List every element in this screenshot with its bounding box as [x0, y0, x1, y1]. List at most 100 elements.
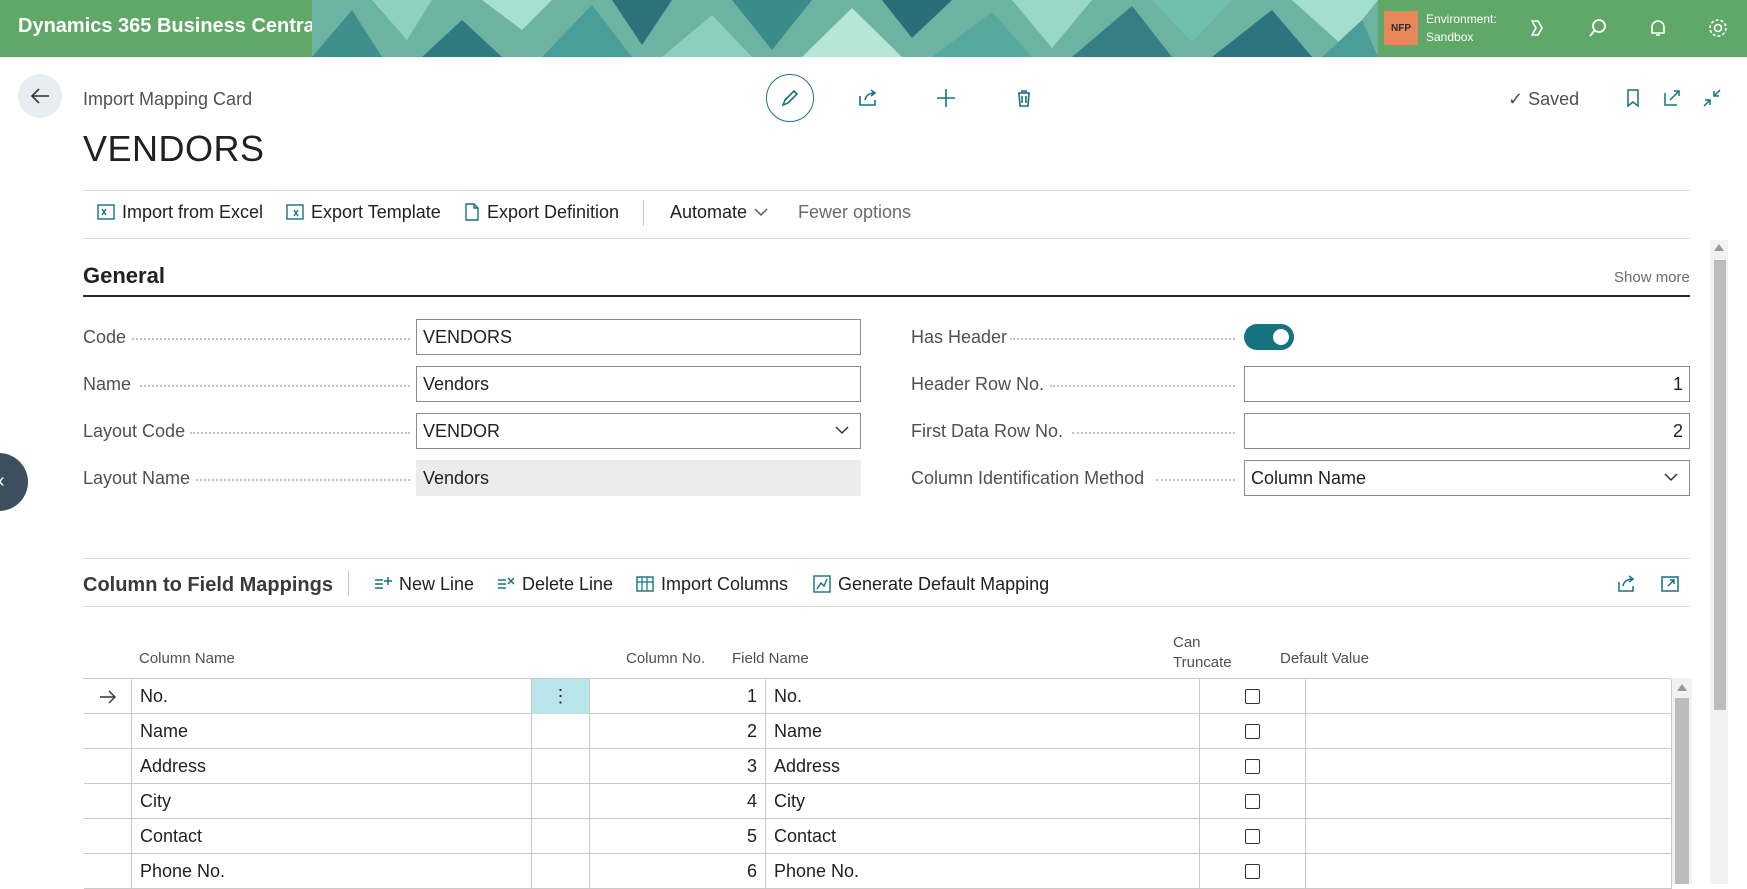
first-data-row-no-field[interactable]: 2	[1244, 413, 1690, 449]
row-actions-menu[interactable]: ⋮	[532, 679, 590, 714]
delete-button[interactable]	[1000, 74, 1048, 122]
chevron-left-icon: ‹	[0, 470, 5, 493]
expand-icon[interactable]	[1658, 572, 1682, 596]
default-value-header[interactable]: Default Value	[1280, 650, 1369, 667]
edit-button[interactable]	[766, 74, 814, 122]
open-new-window-icon[interactable]	[1660, 86, 1684, 110]
environment-badge[interactable]: NFP	[1384, 11, 1418, 45]
column-name-cell[interactable]: No.	[132, 679, 532, 714]
fewer-options-button[interactable]: Fewer options	[798, 192, 911, 232]
field-name-cell[interactable]: City	[766, 784, 1200, 819]
generate-default-mapping-button[interactable]: Generate Default Mapping	[812, 564, 1049, 604]
column-name-cell[interactable]: City	[132, 784, 532, 819]
default-value-cell[interactable]	[1306, 714, 1672, 749]
table-row[interactable]: Contact 5 Contact	[84, 819, 1672, 854]
page-scrollbar[interactable]	[1710, 240, 1728, 884]
default-value-cell[interactable]	[1306, 819, 1672, 854]
row-selector[interactable]	[84, 679, 132, 714]
can-truncate-cell[interactable]	[1200, 819, 1306, 854]
new-button[interactable]	[922, 74, 970, 122]
can-truncate-cell[interactable]	[1200, 749, 1306, 784]
export-template-button[interactable]: Export Template	[285, 192, 441, 232]
has-header-toggle[interactable]	[1244, 324, 1294, 350]
page-caption: Import Mapping Card	[83, 89, 253, 109]
table-row[interactable]: Address 3 Address	[84, 749, 1672, 784]
scrollbar-thumb[interactable]	[1714, 260, 1726, 710]
column-no-cell[interactable]: 1	[590, 679, 766, 714]
environment-info[interactable]: Environment: Sandbox	[1426, 10, 1497, 46]
row-selector[interactable]	[84, 819, 132, 854]
leader-dots	[140, 385, 410, 387]
can-truncate-checkbox[interactable]	[1245, 864, 1260, 879]
can-truncate-header[interactable]: Can Truncate	[1173, 633, 1232, 673]
show-more-link[interactable]: Show more	[1614, 269, 1690, 286]
delete-line-button[interactable]: Delete Line	[496, 564, 613, 604]
search-icon[interactable]	[1584, 14, 1612, 42]
can-truncate-cell[interactable]	[1200, 784, 1306, 819]
row-selector[interactable]	[84, 714, 132, 749]
field-name-cell[interactable]: Contact	[766, 819, 1200, 854]
side-panel-toggle[interactable]: ‹	[0, 453, 28, 511]
field-name-cell[interactable]: No.	[766, 679, 1200, 714]
can-truncate-checkbox[interactable]	[1245, 689, 1260, 704]
table-row[interactable]: No. ⋮ 1 No.	[84, 679, 1672, 714]
code-field[interactable]: VENDORS	[416, 319, 861, 355]
column-no-cell[interactable]: 4	[590, 784, 766, 819]
import-columns-button[interactable]: Import Columns	[635, 564, 788, 604]
default-value-cell[interactable]	[1306, 784, 1672, 819]
can-truncate-checkbox[interactable]	[1245, 759, 1260, 774]
share-icon[interactable]	[1614, 572, 1638, 596]
new-line-icon	[375, 577, 392, 589]
field-name-cell[interactable]: Address	[766, 749, 1200, 784]
column-name-header[interactable]: Column Name	[139, 650, 235, 667]
column-name-cell[interactable]: Address	[132, 749, 532, 784]
row-actions-menu[interactable]	[532, 749, 590, 784]
layout-code-select[interactable]: VENDOR	[416, 413, 861, 449]
can-truncate-cell[interactable]	[1200, 679, 1306, 714]
row-actions-menu[interactable]	[532, 819, 590, 854]
row-actions-menu[interactable]	[532, 784, 590, 819]
scrollbar-thumb[interactable]	[1675, 698, 1689, 884]
new-line-button[interactable]: New Line	[373, 564, 474, 604]
row-selector[interactable]	[84, 784, 132, 819]
gear-icon[interactable]	[1704, 14, 1732, 42]
back-button[interactable]	[18, 74, 62, 118]
can-truncate-checkbox[interactable]	[1245, 829, 1260, 844]
column-identification-method-select[interactable]: Column Name	[1244, 460, 1690, 496]
can-truncate-cell[interactable]	[1200, 714, 1306, 749]
column-no-header[interactable]: Column No.	[626, 650, 705, 667]
excel-import-icon	[97, 204, 115, 220]
scroll-up-arrow-icon[interactable]	[1677, 684, 1687, 691]
import-from-excel-button[interactable]: Import from Excel	[96, 192, 263, 232]
table-row[interactable]: City 4 City	[84, 784, 1672, 819]
default-value-cell[interactable]	[1306, 679, 1672, 714]
bell-icon[interactable]	[1644, 14, 1672, 42]
automate-menu[interactable]: Automate	[670, 192, 769, 232]
copilot-icon[interactable]	[1523, 14, 1551, 42]
share-button[interactable]	[844, 74, 892, 122]
field-name-cell[interactable]: Name	[766, 714, 1200, 749]
column-name-cell[interactable]: Contact	[132, 819, 532, 854]
app-title[interactable]: Dynamics 365 Business Central	[18, 15, 320, 38]
default-value-cell[interactable]	[1306, 749, 1672, 784]
name-field[interactable]: Vendors	[416, 366, 861, 402]
column-no-cell[interactable]: 5	[590, 819, 766, 854]
column-no-cell[interactable]: 3	[590, 749, 766, 784]
row-selector[interactable]	[84, 749, 132, 784]
export-definition-button[interactable]: Export Definition	[463, 192, 619, 232]
can-truncate-checkbox[interactable]	[1245, 724, 1260, 739]
field-name-header[interactable]: Field Name	[732, 650, 809, 667]
collapse-icon[interactable]	[1700, 86, 1724, 110]
column-name-cell[interactable]: Name	[132, 714, 532, 749]
can-truncate-checkbox[interactable]	[1245, 794, 1260, 809]
grid-scrollbar[interactable]	[1672, 678, 1692, 884]
mappings-section-title[interactable]: Column to Field Mappings	[83, 574, 333, 597]
general-section-title[interactable]: General	[83, 263, 165, 289]
header-row-no-field[interactable]: 1	[1244, 366, 1690, 402]
row-actions-menu[interactable]	[532, 714, 590, 749]
section-underline	[83, 295, 1690, 297]
bookmark-icon[interactable]	[1621, 86, 1645, 110]
table-row[interactable]: Name 2 Name	[84, 714, 1672, 749]
scroll-up-arrow-icon[interactable]	[1714, 244, 1724, 251]
column-no-cell[interactable]: 2	[590, 714, 766, 749]
